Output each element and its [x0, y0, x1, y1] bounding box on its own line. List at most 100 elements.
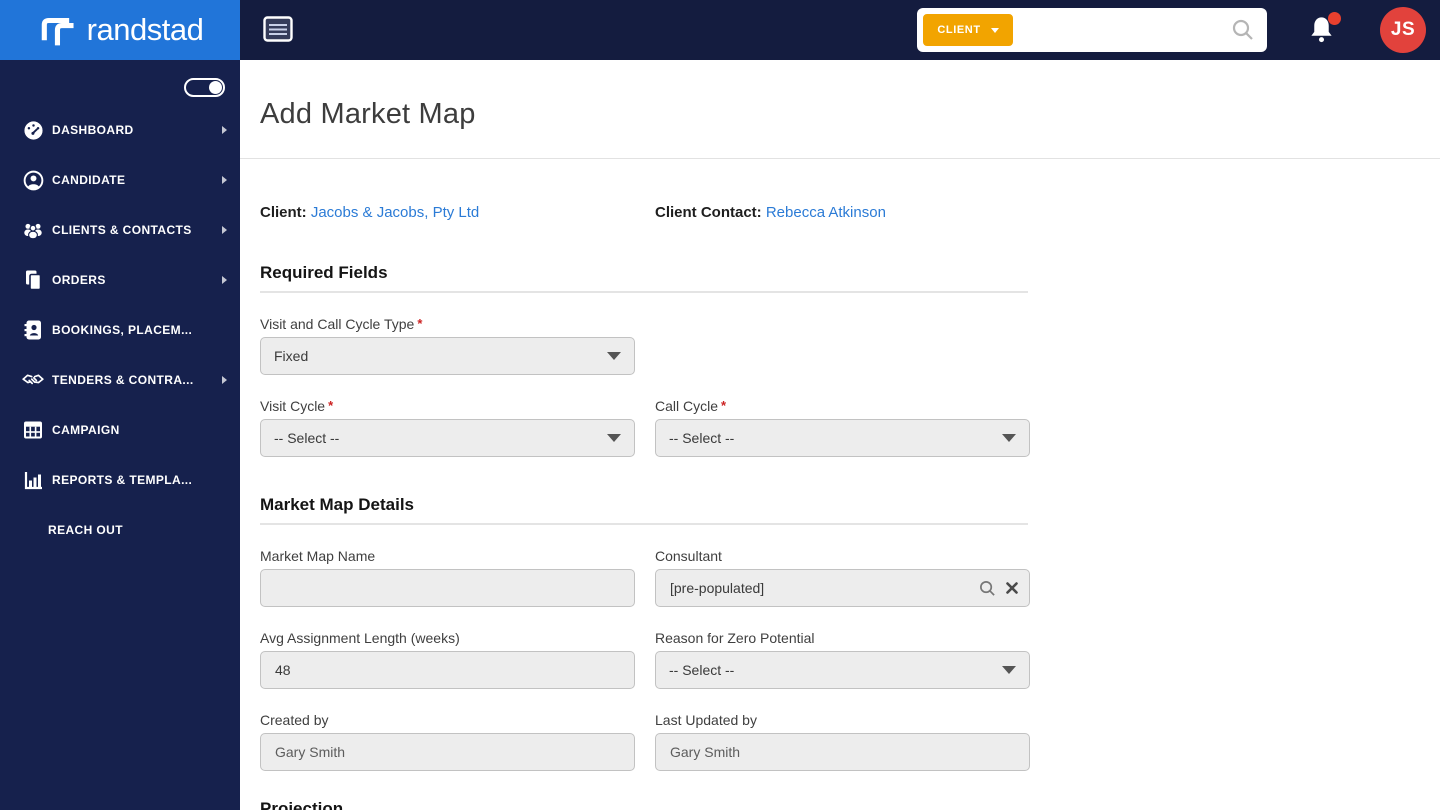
avg-assignment-length-input[interactable] — [260, 651, 635, 689]
sidebar-item-clients-contacts[interactable]: CLIENTS & CONTACTS — [0, 205, 240, 255]
last-updated-by-field: Last Updated by — [655, 712, 1030, 771]
caret-down-icon — [607, 434, 621, 442]
created-by-label: Created by — [260, 712, 329, 728]
dashboard-icon — [22, 119, 44, 141]
required-fields-heading: Required Fields — [260, 263, 1028, 293]
search-category-button[interactable]: CLIENT — [922, 13, 1014, 47]
last-updated-by-label: Last Updated by — [655, 712, 757, 728]
reports-templates-icon — [22, 469, 44, 491]
sidebar-item-candidate[interactable]: CANDIDATE — [0, 155, 240, 205]
user-avatar[interactable]: JS — [1380, 7, 1426, 53]
sidebar-item-label: TENDERS & CONTRA... — [52, 373, 194, 387]
client-contact-link[interactable]: Rebecca Atkinson — [766, 204, 886, 221]
visit-call-cycle-type-label: Visit and Call Cycle Type * — [260, 316, 423, 332]
select-value: -- Select -- — [669, 662, 735, 678]
sidebar-item-bookings-placements[interactable]: BOOKINGS, PLACEM... — [0, 305, 240, 355]
sidebar-item-reports-templates[interactable]: REPORTS & TEMPLA... — [0, 455, 240, 505]
randstad-logo[interactable]: randstad — [0, 0, 240, 60]
call-cycle-select[interactable]: -- Select -- — [655, 419, 1030, 457]
client-field: Client: Jacobs & Jacobs, Pty Ltd — [260, 204, 635, 221]
global-search: CLIENT — [917, 8, 1267, 52]
reason-zero-potential-field: Reason for Zero Potential -- Select -- — [655, 630, 1030, 689]
campaign-icon — [22, 419, 44, 441]
select-value: -- Select -- — [274, 430, 340, 446]
caret-down-icon — [1002, 434, 1016, 442]
visit-cycle-field: Visit Cycle * -- Select -- — [260, 398, 635, 457]
sidebar-nav: DASHBOARD CANDIDATE CLIENTS & CONTACTS O… — [0, 60, 240, 810]
select-value: Fixed — [274, 348, 309, 364]
notes-icon[interactable] — [263, 16, 295, 44]
topbar: randstad CLIENT JS — [0, 0, 1440, 60]
market-map-name-input[interactable] — [260, 569, 635, 607]
caret-down-icon — [607, 352, 621, 360]
randstad-symbol-icon — [41, 17, 74, 46]
sidebar-item-label: REACH OUT — [48, 523, 123, 537]
chevron-right-icon — [222, 176, 227, 184]
title-divider — [240, 158, 1440, 159]
market-map-details-heading: Market Map Details — [260, 495, 1028, 525]
client-contact-label: Client Contact: — [655, 204, 762, 221]
sidebar-item-tenders-contracts[interactable]: TENDERS & CONTRA... — [0, 355, 240, 405]
sidebar-item-orders[interactable]: ORDERS — [0, 255, 240, 305]
required-asterisk: * — [721, 398, 727, 413]
consultant-input[interactable] — [655, 569, 1030, 607]
notifications-bell-icon[interactable] — [1308, 12, 1341, 46]
caret-down-icon — [1002, 666, 1016, 674]
select-value: -- Select -- — [669, 430, 735, 446]
avatar-initials: JS — [1390, 19, 1416, 40]
search-icon[interactable] — [1231, 18, 1255, 42]
last-updated-by-input — [655, 733, 1030, 771]
visit-call-cycle-type-field: Visit and Call Cycle Type * Fixed — [260, 316, 635, 375]
visit-call-cycle-type-select[interactable]: Fixed — [260, 337, 635, 375]
orders-icon — [22, 269, 44, 291]
sidebar-item-label: ORDERS — [52, 273, 106, 287]
market-map-name-label: Market Map Name — [260, 548, 376, 564]
chevron-right-icon — [222, 226, 227, 234]
client-contact-field: Client Contact: Rebecca Atkinson — [655, 204, 1420, 221]
page-title: Add Market Map — [260, 98, 476, 130]
candidate-icon — [22, 169, 44, 191]
required-asterisk: * — [417, 316, 423, 331]
consultant-field: Consultant — [655, 548, 1030, 607]
sidebar-toggle-switch[interactable] — [184, 78, 225, 97]
clients-contacts-icon — [22, 219, 44, 241]
avg-assignment-length-label: Avg Assignment Length (weeks) — [260, 630, 460, 646]
consultant-label: Consultant — [655, 548, 722, 564]
visit-cycle-label: Visit Cycle * — [260, 398, 334, 414]
sidebar-item-label: REPORTS & TEMPLA... — [52, 473, 193, 487]
sidebar-item-label: DASHBOARD — [52, 123, 134, 137]
client-link[interactable]: Jacobs & Jacobs, Pty Ltd — [311, 204, 479, 221]
search-category-label: CLIENT — [937, 24, 981, 36]
market-map-name-field: Market Map Name — [260, 548, 635, 607]
reason-zero-potential-label: Reason for Zero Potential — [655, 630, 815, 646]
sidebar-item-reach-out[interactable]: REACH OUT — [0, 505, 240, 555]
client-label: Client: — [260, 204, 307, 221]
notification-badge — [1328, 12, 1341, 25]
created-by-field: Created by — [260, 712, 635, 771]
sidebar-item-label: CLIENTS & CONTACTS — [52, 223, 192, 237]
chevron-right-icon — [222, 276, 227, 284]
toggle-knob — [209, 81, 222, 94]
chevron-right-icon — [222, 126, 227, 134]
reason-zero-potential-select[interactable]: -- Select -- — [655, 651, 1030, 689]
sidebar-item-label: CANDIDATE — [52, 173, 126, 187]
visit-cycle-select[interactable]: -- Select -- — [260, 419, 635, 457]
call-cycle-field: Call Cycle * -- Select -- — [655, 398, 1030, 457]
chevron-right-icon — [222, 376, 227, 384]
logo-text: randstad — [86, 12, 204, 47]
sidebar-item-campaign[interactable]: CAMPAIGN — [0, 405, 240, 455]
main-content: Add Market Map Client: Jacobs & Jacobs, … — [240, 60, 1440, 810]
client-summary-row: Client: Jacobs & Jacobs, Pty Ltd Client … — [260, 204, 1420, 221]
avg-assignment-length-field: Avg Assignment Length (weeks) — [260, 630, 635, 689]
consultant-clear-icon[interactable] — [1006, 582, 1018, 594]
created-by-input — [260, 733, 635, 771]
projection-heading: Projection — [260, 799, 1028, 810]
sidebar-item-label: CAMPAIGN — [52, 423, 120, 437]
call-cycle-label: Call Cycle * — [655, 398, 727, 414]
tenders-contracts-icon — [22, 369, 44, 391]
required-asterisk: * — [328, 398, 334, 413]
sidebar-item-dashboard[interactable]: DASHBOARD — [0, 105, 240, 155]
global-search-input[interactable] — [1014, 22, 1231, 38]
caret-down-icon — [990, 27, 999, 33]
consultant-lookup-icon[interactable] — [979, 580, 996, 597]
